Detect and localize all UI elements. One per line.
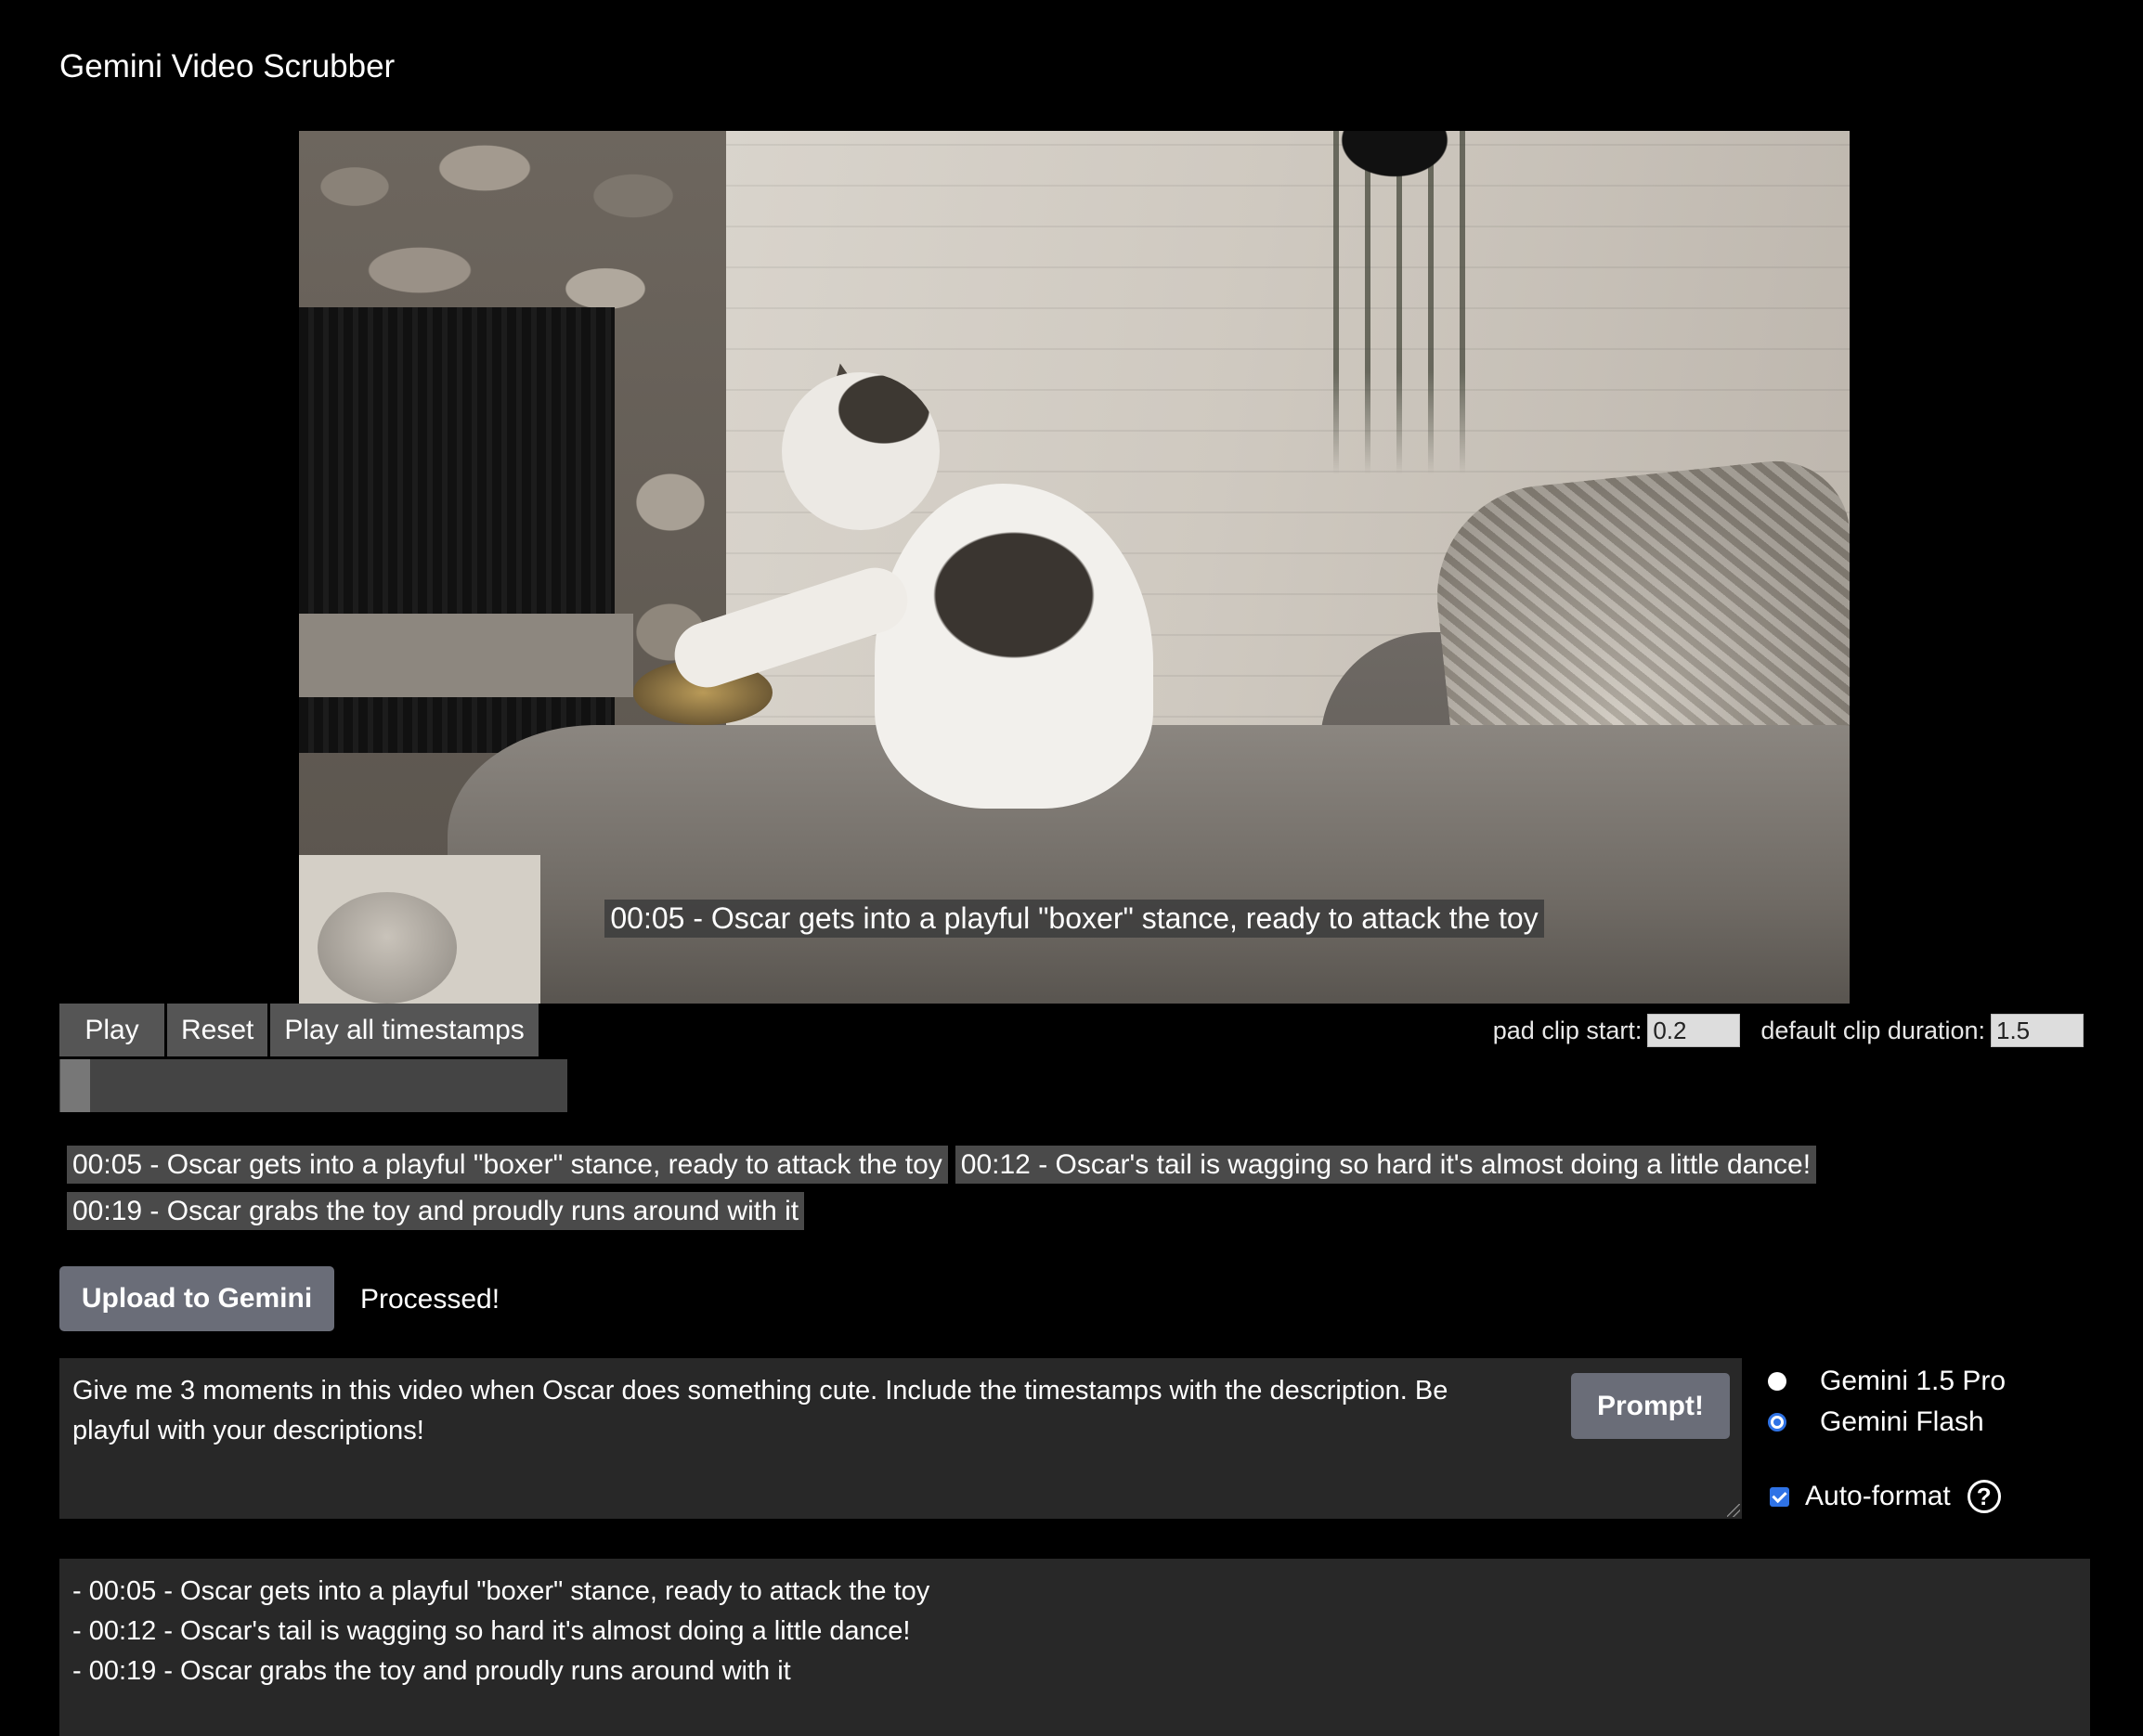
checkbox-checked-icon[interactable] — [1770, 1486, 1789, 1507]
video-player[interactable]: 00:05 - Oscar gets into a playful "boxer… — [299, 131, 1850, 1004]
scrubber-track[interactable] — [59, 1059, 567, 1112]
upload-status: Processed! — [360, 1284, 500, 1315]
model-option-gemini-pro[interactable]: Gemini 1.5 Pro — [1768, 1361, 2006, 1402]
output-line: - 00:12 - Oscar's tail is wagging so har… — [72, 1616, 911, 1646]
video-cat-head — [782, 372, 940, 530]
timestamp-chip[interactable]: 00:05 - Oscar gets into a playful "boxer… — [67, 1146, 948, 1184]
output-line: - 00:05 - Oscar gets into a playful "box… — [72, 1576, 930, 1606]
video-hanging-plant — [1320, 131, 1469, 474]
clip-settings: pad clip start: default clip duration: — [1493, 1014, 2084, 1047]
video-ottoman — [448, 725, 1850, 1004]
timestamp-chip[interactable]: 00:19 - Oscar grabs the toy and proudly … — [67, 1192, 805, 1230]
auto-format-label: Auto-format — [1805, 1481, 1951, 1511]
radio-icon[interactable] — [1768, 1372, 1786, 1391]
radio-selected-icon[interactable] — [1768, 1413, 1786, 1432]
playback-controls: Play Reset Play all timestamps — [59, 1004, 541, 1056]
video-hearth — [299, 614, 633, 697]
model-option-label: Gemini 1.5 Pro — [1820, 1366, 2007, 1396]
play-button[interactable]: Play — [59, 1004, 164, 1056]
resize-grip-icon[interactable] — [1727, 1504, 1740, 1517]
question-circle-icon[interactable]: ? — [1967, 1480, 2001, 1513]
video-caption: 00:05 - Oscar gets into a playful "boxer… — [299, 900, 1850, 938]
app-title: Gemini Video Scrubber — [59, 48, 396, 84]
auto-format-toggle[interactable]: Auto-format ? — [1770, 1480, 2001, 1513]
default-clip-duration-input[interactable] — [1991, 1014, 2084, 1047]
upload-to-gemini-button[interactable]: Upload to Gemini — [59, 1266, 334, 1331]
default-clip-duration-label: default clip duration: — [1760, 1016, 1985, 1044]
scrubber-thumb[interactable] — [60, 1059, 90, 1112]
prompt-text: Give me 3 moments in this video when Osc… — [72, 1376, 1448, 1445]
output-line: - 00:19 - Oscar grabs the toy and proudl… — [72, 1656, 791, 1686]
play-all-timestamps-button[interactable]: Play all timestamps — [270, 1004, 539, 1056]
model-selector: Gemini 1.5 Pro Gemini Flash — [1768, 1361, 2006, 1443]
prompt-button[interactable]: Prompt! — [1571, 1373, 1730, 1439]
timestamp-chip[interactable]: 00:12 - Oscar's tail is wagging so hard … — [955, 1146, 1817, 1184]
pad-clip-start-label: pad clip start: — [1492, 1016, 1643, 1044]
pad-clip-start-input[interactable] — [1647, 1014, 1741, 1047]
timestamp-list: 00:05 - Oscar gets into a playful "boxer… — [67, 1146, 2091, 1230]
video-caption-text: 00:05 - Oscar gets into a playful "boxer… — [604, 900, 1544, 938]
model-option-gemini-flash[interactable]: Gemini Flash — [1768, 1402, 2006, 1443]
reset-button[interactable]: Reset — [167, 1004, 268, 1056]
output-panel: - 00:05 - Oscar gets into a playful "box… — [59, 1559, 2090, 1736]
model-option-label: Gemini Flash — [1820, 1406, 1984, 1437]
